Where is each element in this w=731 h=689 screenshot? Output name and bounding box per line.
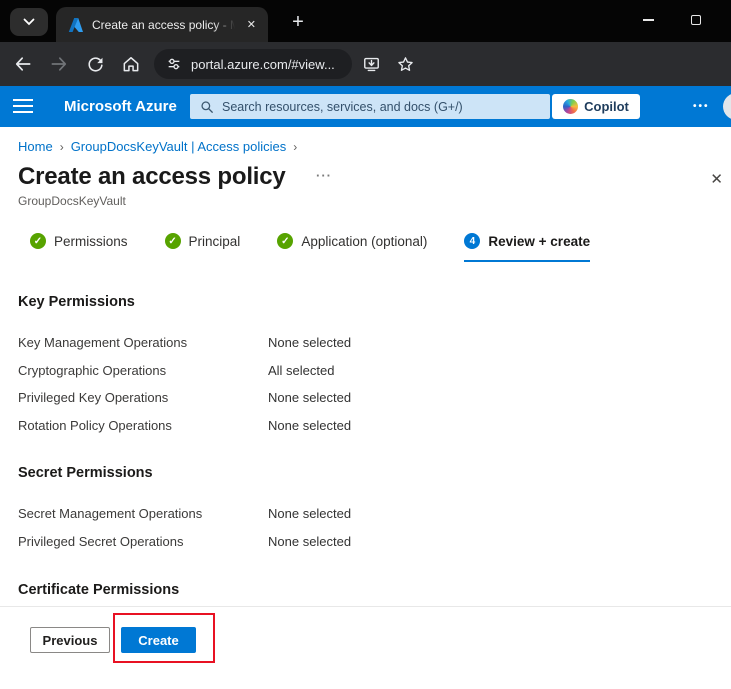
section-heading-key-permissions: Key Permissions [0,262,731,310]
tab-permissions[interactable]: ✓ Permissions [30,233,128,262]
copilot-button[interactable]: Copilot [552,94,640,119]
check-circle-icon: ✓ [165,233,181,249]
table-row: Key Management Operations None selected [0,329,731,357]
hamburger-icon [13,99,33,101]
breadcrumb-separator-icon: › [293,140,297,154]
table-row: Secret Management Operations None select… [0,500,731,528]
tab-label: Application (optional) [301,234,427,249]
title-more-button[interactable]: ··· [316,168,332,183]
page-subtitle: GroupDocsKeyVault [18,194,713,208]
azure-brand[interactable]: Microsoft Azure [64,98,177,115]
portal-content: Home › GroupDocsKeyVault | Access policies… [0,127,731,689]
section-heading-certificate-permissions: Certificate Permissions [0,555,731,598]
home-button[interactable] [116,49,146,79]
step-number-badge: 4 [464,233,480,249]
breadcrumb-keyvault-link[interactable]: GroupDocsKeyVault | Access policies [71,139,287,154]
tab-review-create[interactable]: 4 Review + create [464,233,590,262]
azure-favicon-icon [68,17,84,33]
maximize-icon [691,15,701,25]
check-circle-icon: ✓ [30,233,46,249]
breadcrumb-home-link[interactable]: Home [18,139,53,154]
permission-label: Privileged Key Operations [18,390,268,405]
permission-label: Secret Management Operations [18,506,268,521]
tab-search-button[interactable] [10,8,48,36]
permission-value: None selected [268,390,351,405]
copilot-label: Copilot [584,99,629,114]
header-more-button[interactable]: ••• [693,101,710,112]
table-row: Privileged Key Operations None selected [0,384,731,412]
bookmark-star-button[interactable] [390,49,420,79]
portal-search-input[interactable]: Search resources, services, and docs (G+… [190,94,550,119]
breadcrumb-separator-icon: › [60,140,64,154]
chevron-down-icon [23,18,35,26]
tab-title: Create an access policy - Micros [92,18,235,32]
secret-permissions-rows: Secret Management Operations None select… [0,500,731,555]
install-app-icon [362,55,381,74]
new-tab-button[interactable]: + [284,9,312,35]
search-icon [200,100,214,114]
tab-close-icon[interactable]: ✕ [243,16,260,33]
minimize-icon [643,19,654,21]
forward-arrow-icon [49,54,69,74]
table-row: Cryptographic Operations All selected [0,357,731,385]
address-bar[interactable]: portal.azure.com/#view... [154,49,352,79]
footer-divider [0,606,731,607]
wizard-tabs: ✓ Permissions ✓ Principal ✓ Application … [30,233,731,262]
breadcrumb: Home › GroupDocsKeyVault | Access policies… [0,127,731,154]
star-icon [396,55,415,74]
check-circle-icon: ✓ [277,233,293,249]
page-header: Create an access policy ··· ✕ GroupDocsK… [0,154,731,208]
permission-value: None selected [268,335,351,350]
key-permissions-rows: Key Management Operations None selected … [0,329,731,439]
home-icon [121,54,141,74]
url-text: portal.azure.com/#view... [191,57,335,72]
forward-button[interactable] [44,49,74,79]
permission-value: None selected [268,534,351,549]
permission-label: Key Management Operations [18,335,268,350]
previous-button[interactable]: Previous [30,627,110,653]
section-heading-secret-permissions: Secret Permissions [0,439,731,481]
tab-principal[interactable]: ✓ Principal [165,233,241,262]
permission-label: Cryptographic Operations [18,363,268,378]
window-minimize-button[interactable] [625,0,671,40]
reload-button[interactable] [80,49,110,79]
permission-value: None selected [268,418,351,433]
tab-application-optional[interactable]: ✓ Application (optional) [277,233,427,262]
table-row: Rotation Policy Operations None selected [0,412,731,440]
copilot-icon [563,99,578,114]
account-avatar[interactable] [723,93,731,120]
page-title: Create an access policy [18,163,286,191]
window-maximize-button[interactable] [673,0,719,40]
permission-label: Rotation Policy Operations [18,418,268,433]
browser-toolbar: portal.azure.com/#view... [0,42,731,86]
portal-menu-button[interactable] [13,99,33,113]
back-button[interactable] [8,49,38,79]
site-settings-icon [166,56,182,72]
table-row: Privileged Secret Operations None select… [0,528,731,556]
tab-label: Review + create [488,234,590,249]
reload-icon [86,55,105,74]
tab-label: Permissions [54,234,128,249]
back-arrow-icon [13,54,33,74]
permission-label: Privileged Secret Operations [18,534,268,549]
permission-value: All selected [268,363,334,378]
panel-close-icon[interactable]: ✕ [710,170,723,188]
browser-titlebar: Create an access policy - Micros ✕ + [0,0,731,42]
portal-search-placeholder: Search resources, services, and docs (G+… [222,100,463,114]
tab-label: Principal [189,234,241,249]
browser-tab[interactable]: Create an access policy - Micros ✕ [56,7,268,42]
install-app-button[interactable] [356,49,386,79]
azure-header: Microsoft Azure Search resources, servic… [0,86,731,127]
permission-value: None selected [268,506,351,521]
create-button[interactable]: Create [121,627,196,653]
